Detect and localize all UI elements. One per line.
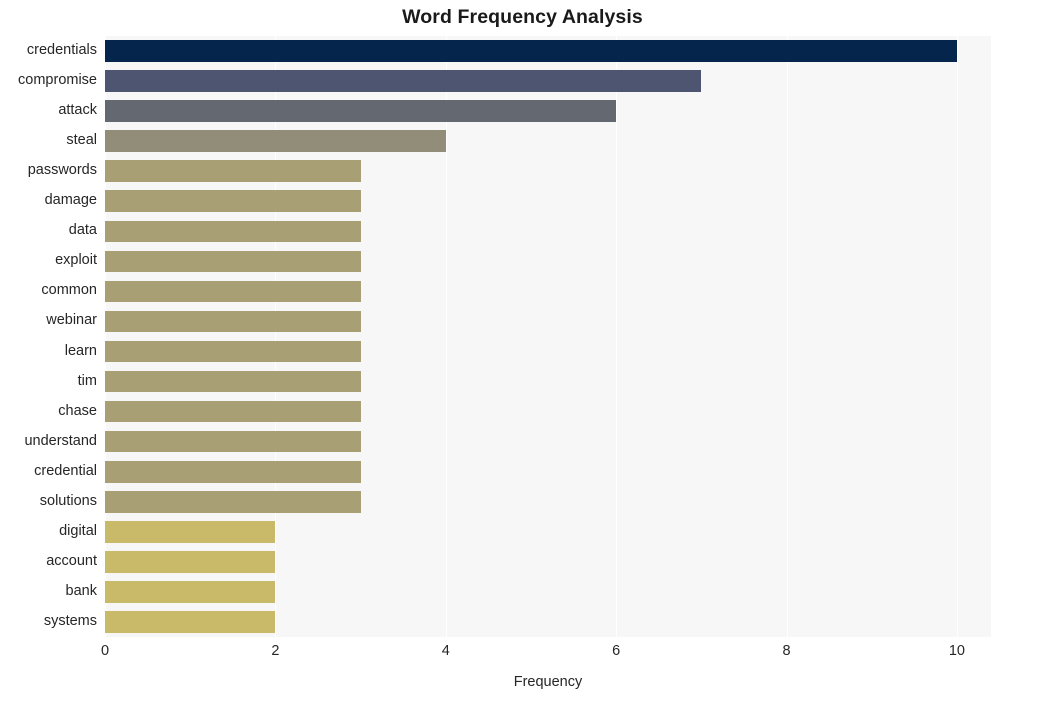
bar-passwords[interactable] <box>105 160 361 183</box>
y-axis-label-passwords: passwords <box>27 162 97 179</box>
y-axis-label-common: common <box>41 282 97 299</box>
bar-bank[interactable] <box>105 581 276 603</box>
bar-row <box>105 340 991 363</box>
y-axis-label-account: account <box>46 552 97 569</box>
bar-account[interactable] <box>105 551 276 573</box>
y-axis-label-bank: bank <box>65 582 97 599</box>
bar-credentials[interactable] <box>105 40 957 62</box>
y-axis-label-data: data <box>68 222 97 239</box>
word-frequency-chart: Word Frequency Analysis credentials compr… <box>0 0 1045 701</box>
bar-row <box>105 490 991 513</box>
x-axis-tick-6: 6 <box>612 643 621 659</box>
y-axis-label-attack: attack <box>58 102 97 119</box>
bar-data[interactable] <box>105 220 361 243</box>
bar-common[interactable] <box>105 280 361 303</box>
bar-solutions[interactable] <box>105 490 361 513</box>
bar-row <box>105 551 991 573</box>
bar-row <box>105 370 991 393</box>
bar-row <box>105 310 991 333</box>
y-axis-labels: credentials compromise attack steal password… <box>0 36 97 637</box>
bar-row <box>105 250 991 273</box>
chart-title: Word Frequency Analysis <box>402 6 643 28</box>
bar-row <box>105 160 991 183</box>
bar-digital[interactable] <box>105 521 276 543</box>
y-axis-label-understand: understand <box>24 432 97 449</box>
y-axis-label-compromise: compromise <box>18 72 97 89</box>
y-axis-label-chase: chase <box>58 402 97 419</box>
x-axis-title: Frequency <box>513 674 583 690</box>
bar-row <box>105 40 991 62</box>
y-axis-label-tim: tim <box>77 372 97 389</box>
bar-damage[interactable] <box>105 190 361 213</box>
x-axis-tick-4: 4 <box>441 643 450 659</box>
bar-steal[interactable] <box>105 130 446 152</box>
y-axis-label-steal: steal <box>66 132 97 149</box>
bar-chase[interactable] <box>105 400 361 423</box>
y-axis-label-exploit: exploit <box>55 252 97 269</box>
bar-learn[interactable] <box>105 340 361 363</box>
bar-row <box>105 190 991 213</box>
y-axis-label-digital: digital <box>59 522 97 539</box>
bar-webinar[interactable] <box>105 310 361 333</box>
y-axis-label-damage: damage <box>44 192 97 209</box>
bars-group <box>105 36 991 637</box>
bar-row <box>105 400 991 423</box>
y-axis-label-credentials: credentials <box>26 42 97 59</box>
y-axis-label-learn: learn <box>64 342 97 359</box>
y-axis-label-credential: credential <box>34 462 97 479</box>
bar-row <box>105 581 991 603</box>
bar-row <box>105 521 991 543</box>
bar-row <box>105 430 991 453</box>
bar-attack[interactable] <box>105 100 617 122</box>
x-axis-tick-8: 8 <box>782 643 791 659</box>
bar-row <box>105 100 991 122</box>
bar-credential[interactable] <box>105 460 361 483</box>
plot-area <box>105 36 991 637</box>
y-axis-label-webinar: webinar <box>46 312 97 329</box>
bar-tim[interactable] <box>105 370 361 393</box>
y-axis-label-solutions: solutions <box>39 492 97 509</box>
x-axis-tick-0: 0 <box>100 643 110 659</box>
bar-row <box>105 280 991 303</box>
bar-row <box>105 460 991 483</box>
bar-systems[interactable] <box>105 611 276 633</box>
x-axis-tick-10: 10 <box>948 643 965 659</box>
bar-row <box>105 130 991 152</box>
x-axis-tick-2: 2 <box>271 643 280 659</box>
bar-exploit[interactable] <box>105 250 361 273</box>
bar-compromise[interactable] <box>105 70 702 92</box>
y-axis-label-systems: systems <box>43 612 97 629</box>
bar-row <box>105 220 991 243</box>
bar-row <box>105 70 991 92</box>
bar-row <box>105 611 991 633</box>
bar-understand[interactable] <box>105 430 361 453</box>
x-axis-ticks: 0 2 4 6 8 10 <box>101 643 991 665</box>
